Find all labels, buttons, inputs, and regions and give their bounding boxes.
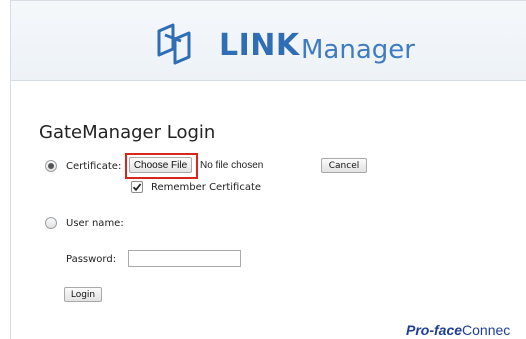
remember-certificate-label: Remember Certificate <box>151 182 262 193</box>
password-input[interactable] <box>128 250 241 267</box>
logo-link-text: LINK <box>219 28 300 63</box>
checkmark-icon <box>132 183 142 192</box>
certificate-radio[interactable] <box>45 160 57 172</box>
page-title: GateManager Login <box>39 122 216 143</box>
username-label: User name: <box>66 218 124 229</box>
no-file-chosen-text: No file chosen <box>200 160 264 171</box>
logo-manager-text: Manager <box>301 35 415 65</box>
link-logo-icon <box>157 23 191 65</box>
cancel-button[interactable]: Cancel <box>321 158 367 173</box>
username-radio[interactable] <box>45 217 57 229</box>
footer-brand-rest: Connec <box>462 322 511 338</box>
highlight-box <box>125 153 198 179</box>
certificate-label: Certificate: <box>66 161 122 172</box>
footer-brand: Pro-faceConnec <box>406 322 510 338</box>
login-panel <box>11 82 526 302</box>
header-banner: LINK Manager <box>11 1 526 81</box>
login-button[interactable]: Login <box>64 287 102 302</box>
remember-certificate-checkbox[interactable] <box>131 181 143 193</box>
footer-brand-bold: Pro-face <box>406 322 463 338</box>
password-label: Password: <box>66 254 117 265</box>
